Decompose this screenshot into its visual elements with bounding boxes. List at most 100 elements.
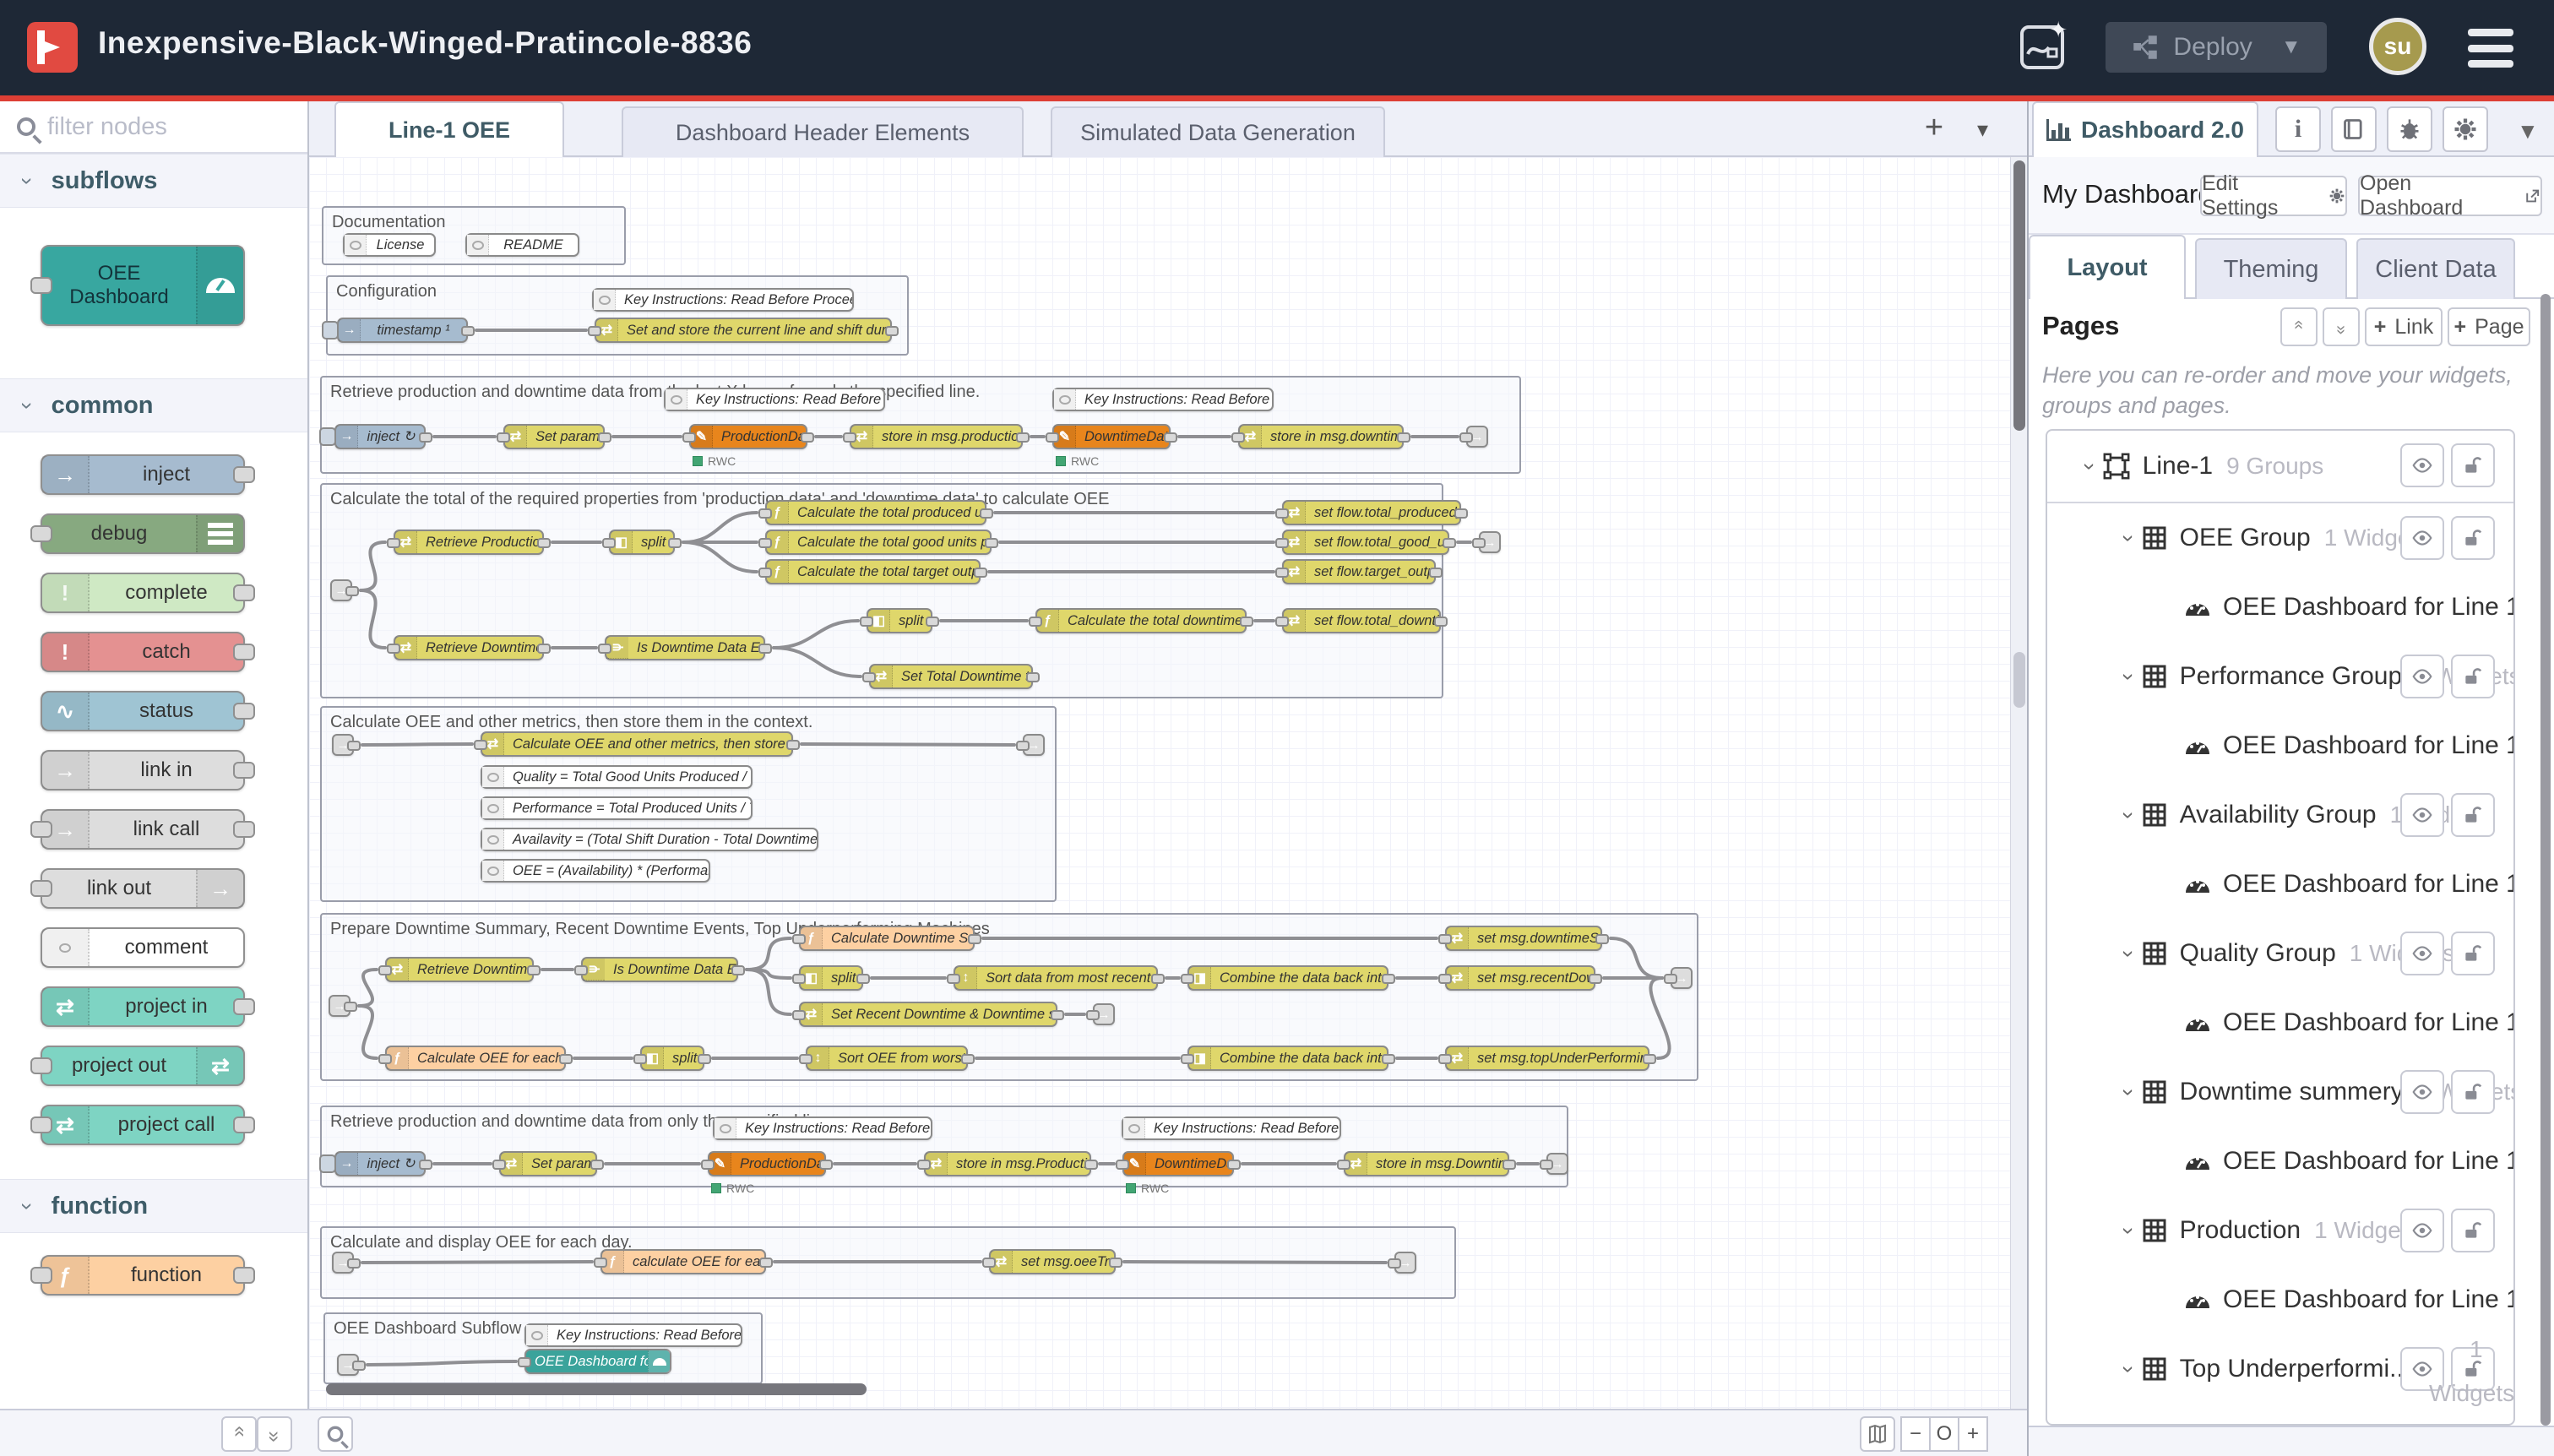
tree-row-widget[interactable]: OEE Dashboard for Line 1 xyxy=(2047,1127,2513,1196)
node-calc[interactable]: ƒCalculate the total good units produced… xyxy=(765,530,992,555)
node-qry[interactable]: ✎ProductionDataRWC xyxy=(708,1151,826,1176)
input-port[interactable] xyxy=(917,1160,931,1170)
node-comment[interactable]: Quality = Total Good Units Produced / To… xyxy=(481,765,753,789)
tab-layout[interactable]: Layout xyxy=(2029,235,2186,299)
lock-toggle-button[interactable] xyxy=(2451,793,2495,837)
node-comment[interactable]: License xyxy=(343,233,436,257)
output-port[interactable] xyxy=(856,974,870,984)
node-chg[interactable]: ⇄Calculate OEE and other metrics, then s… xyxy=(481,731,793,757)
output-port[interactable] xyxy=(233,762,255,779)
node-lo[interactable]: → xyxy=(1546,1153,1568,1175)
link-port[interactable] xyxy=(1664,974,1677,984)
link-port[interactable] xyxy=(347,1258,361,1269)
input-port[interactable] xyxy=(1438,974,1452,984)
visibility-toggle-button[interactable] xyxy=(2400,793,2444,837)
node-chg[interactable]: ⇄set flow.target_output xyxy=(1282,559,1436,584)
node-comment[interactable]: Key Instructions: Read Before Proceeding xyxy=(713,1116,932,1140)
edit-settings-button[interactable]: Edit Settings xyxy=(2200,176,2347,216)
output-port[interactable] xyxy=(419,432,432,443)
main-menu-button[interactable] xyxy=(2468,29,2513,68)
node-fn[interactable]: ƒCalculate OEE for each machine xyxy=(385,1046,566,1071)
output-port[interactable] xyxy=(698,1054,711,1064)
input-port[interactable] xyxy=(602,538,616,548)
output-port[interactable] xyxy=(961,1054,975,1064)
chevron-down-icon[interactable]: › xyxy=(2116,812,2142,819)
input-port[interactable] xyxy=(598,644,611,654)
node-comment[interactable]: Key Instructions: Read Before Proceeding xyxy=(664,388,885,411)
node-li[interactable]: → xyxy=(337,1354,359,1376)
palette-category-common[interactable]: ›common xyxy=(0,378,307,432)
palette-node-status[interactable]: ∿status xyxy=(41,691,245,731)
deploy-button[interactable]: Deploy ▼ xyxy=(2106,22,2327,73)
input-port[interactable] xyxy=(982,1258,996,1268)
inject-button[interactable] xyxy=(319,427,336,446)
add-link-button[interactable]: +Link xyxy=(2365,307,2443,346)
output-port[interactable] xyxy=(233,644,255,660)
link-port[interactable] xyxy=(1388,1258,1401,1269)
lock-toggle-button[interactable] xyxy=(2451,932,2495,975)
node-inj[interactable]: →timestamp ¹ xyxy=(337,318,468,343)
palette-node-inject[interactable]: →inject xyxy=(41,454,245,495)
node-chg[interactable]: ⇄set msg.recentDowntime xyxy=(1445,965,1595,991)
input-port[interactable] xyxy=(594,1258,607,1268)
tree-row-widget[interactable]: OEE Dashboard for Line 1 xyxy=(2047,850,2513,919)
node-spl[interactable]: ◧split xyxy=(609,530,675,555)
node-calc[interactable]: ƒCalculate the total produced units toda… xyxy=(765,500,986,525)
input-port[interactable] xyxy=(758,508,772,519)
node-sw[interactable]: ⋔Is Downtime Data Empty? xyxy=(605,635,765,660)
ai-assistant-icon[interactable]: ✦ xyxy=(2020,25,2064,69)
input-port[interactable] xyxy=(387,644,400,654)
chevron-down-icon[interactable]: › xyxy=(2116,1227,2142,1235)
node-lo[interactable]: → xyxy=(1479,531,1501,553)
open-dashboard-button[interactable]: Open Dashboard xyxy=(2358,176,2542,216)
node-spl[interactable]: ◧split xyxy=(640,1046,704,1071)
info-tab-button[interactable]: i xyxy=(2275,106,2321,152)
input-port[interactable] xyxy=(1438,934,1452,944)
link-port[interactable] xyxy=(1472,538,1486,548)
node-li[interactable]: → xyxy=(332,734,354,756)
canvas-vertical-scrollbar-secondary[interactable] xyxy=(2013,652,2025,708)
output-port[interactable] xyxy=(668,538,682,548)
debug-tab-button[interactable] xyxy=(2387,106,2432,152)
output-port[interactable] xyxy=(885,326,899,336)
node-chg[interactable]: ⇄Set and store the current line and shif… xyxy=(595,318,892,343)
tab-client-data[interactable]: Client Data xyxy=(2356,238,2515,299)
input-port[interactable] xyxy=(1029,617,1042,627)
input-port[interactable] xyxy=(30,821,52,838)
chevron-down-icon[interactable]: › xyxy=(2116,1366,2142,1373)
node-srt[interactable]: ↕Sort data from most recent to oldest xyxy=(954,965,1158,991)
input-port[interactable] xyxy=(792,974,806,984)
flow-tab-1[interactable]: Line-1 OEE xyxy=(334,101,564,157)
output-port[interactable] xyxy=(233,703,255,720)
link-port[interactable] xyxy=(1459,432,1473,443)
expand-all-button[interactable]: » xyxy=(2323,307,2360,346)
node-join[interactable]: ◨Combine the data back into an array. xyxy=(1187,965,1388,991)
output-port[interactable] xyxy=(731,965,745,975)
node-chg[interactable]: ⇄Retrieve Downtime Data xyxy=(394,635,544,660)
tree-row-widget[interactable]: OEE Dashboard for Line 1 xyxy=(2047,573,2513,642)
input-port[interactable] xyxy=(1275,538,1289,548)
output-port[interactable] xyxy=(1240,617,1253,627)
inject-button[interactable] xyxy=(319,1154,336,1173)
node-join[interactable]: ◨Combine the data back into an array. xyxy=(1187,1046,1388,1071)
node-inj[interactable]: →inject ↻ xyxy=(334,424,426,449)
tree-row-group[interactable]: ›Production1 Widgets xyxy=(2047,1196,2513,1265)
canvas-search-button[interactable] xyxy=(318,1416,353,1452)
input-port[interactable] xyxy=(792,1010,806,1020)
output-port[interactable] xyxy=(1454,508,1468,519)
node-lo[interactable]: → xyxy=(1093,1003,1115,1025)
output-port[interactable] xyxy=(1164,432,1177,443)
output-port[interactable] xyxy=(759,1258,773,1268)
input-port[interactable] xyxy=(574,965,588,975)
palette-node-debug[interactable]: debug xyxy=(41,513,245,554)
output-port[interactable] xyxy=(527,965,541,975)
node-lo[interactable]: → xyxy=(1671,967,1693,989)
node-chg[interactable]: ⇄set flow.total_good_units xyxy=(1282,530,1449,555)
palette-node-subflow[interactable]: OEE Dashboard xyxy=(41,245,245,326)
palette-collapse-all-button[interactable]: » xyxy=(221,1416,257,1452)
node-chg[interactable]: ⇄Retrieve Production Data xyxy=(394,530,544,555)
output-port[interactable] xyxy=(1227,1160,1241,1170)
node-chg[interactable]: ⇄Set Recent Downtime & Downtime summery … xyxy=(799,1002,1057,1027)
input-port[interactable] xyxy=(30,1116,52,1133)
output-port[interactable] xyxy=(819,1160,833,1170)
